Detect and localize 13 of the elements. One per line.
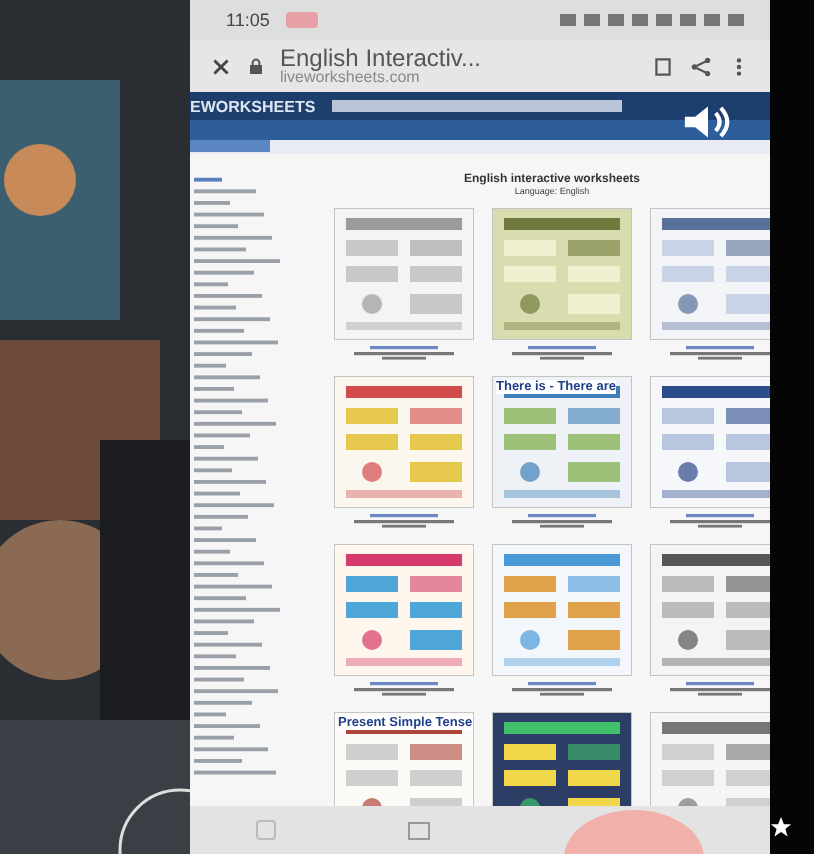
star-icon bbox=[770, 816, 792, 838]
search-field[interactable] bbox=[331, 100, 622, 112]
bookmark-icon[interactable] bbox=[652, 55, 674, 77]
record-indicator-icon bbox=[285, 12, 318, 28]
share-icon[interactable] bbox=[690, 55, 712, 77]
site-logo: EWORKSHEETS bbox=[190, 97, 316, 115]
status-time: 11:05 bbox=[226, 10, 270, 30]
lock-icon bbox=[248, 58, 264, 74]
page-url: liveworksheets.com bbox=[280, 70, 422, 87]
overview-icon[interactable] bbox=[408, 821, 431, 839]
speaker-icon bbox=[682, 104, 734, 140]
page-title: English Interactiv... bbox=[280, 45, 483, 71]
close-icon[interactable] bbox=[210, 55, 232, 77]
